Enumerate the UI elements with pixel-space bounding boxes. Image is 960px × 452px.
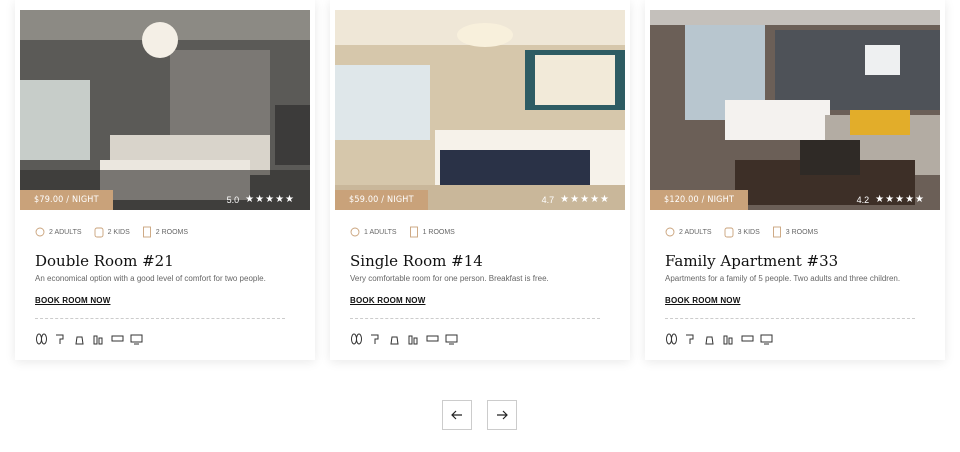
air-conditioner-icon <box>111 333 124 345</box>
rating-stars: ★★★★★ <box>560 194 610 205</box>
room-description: An economical option with a good level o… <box>35 274 266 283</box>
meta-kids: 2 KIDS <box>94 226 130 238</box>
meta-rooms: 2 ROOMS <box>142 226 188 238</box>
toiletries-icon <box>407 333 420 345</box>
rating: 4.2 ★★★★★ <box>857 194 925 205</box>
kettle-icon <box>388 333 401 345</box>
kettle-icon <box>73 333 86 345</box>
amenities <box>35 333 143 345</box>
slippers-icon <box>665 333 678 345</box>
next-page-button[interactable] <box>487 400 517 430</box>
room-title[interactable]: Double Room #21 <box>35 252 174 270</box>
room-meta: 2 ADULTS 3 KIDS 3 ROOMS <box>665 226 818 238</box>
meta-adults: 1 ADULTS <box>350 226 397 238</box>
room-title[interactable]: Family Apartment #33 <box>665 252 838 270</box>
room-title[interactable]: Single Room #14 <box>350 252 483 270</box>
tv-icon <box>130 333 143 345</box>
divider <box>665 318 915 319</box>
adult-icon <box>350 227 360 237</box>
kettle-icon <box>703 333 716 345</box>
toiletries-icon <box>92 333 105 345</box>
slippers-icon <box>350 333 363 345</box>
room-photo[interactable]: $79.00 / NIGHT 5.0 ★★★★★ <box>20 10 310 210</box>
room-meta: 1 ADULTS 1 ROOMS <box>350 226 455 238</box>
room-card[interactable]: $120.00 / NIGHT 4.2 ★★★★★ 2 ADULTS 3 KID… <box>645 0 945 360</box>
meta-rooms: 3 ROOMS <box>772 226 818 238</box>
tv-icon <box>445 333 458 345</box>
hair-dryer-icon <box>684 333 697 345</box>
rating-stars: ★★★★★ <box>875 194 925 205</box>
book-room-link[interactable]: BOOK ROOM NOW <box>35 296 110 305</box>
hair-dryer-icon <box>54 333 67 345</box>
air-conditioner-icon <box>426 333 439 345</box>
price-tag: $79.00 / NIGHT <box>20 190 113 210</box>
air-conditioner-icon <box>741 333 754 345</box>
room-description: Apartments for a family of 5 people. Two… <box>665 274 901 283</box>
rating-stars: ★★★★★ <box>245 194 295 205</box>
meta-adults: 2 ADULTS <box>665 226 712 238</box>
divider <box>350 318 600 319</box>
slippers-icon <box>35 333 48 345</box>
kid-icon <box>724 227 734 238</box>
meta-adults: 2 ADULTS <box>35 226 82 238</box>
book-room-link[interactable]: BOOK ROOM NOW <box>665 296 740 305</box>
room-icon <box>772 226 781 238</box>
amenities <box>665 333 773 345</box>
adult-icon <box>35 227 45 237</box>
room-card[interactable]: $59.00 / NIGHT 4.7 ★★★★★ 1 ADULTS 1 ROOM… <box>330 0 630 360</box>
rating-value: 5.0 <box>226 194 240 205</box>
room-photo[interactable]: $59.00 / NIGHT 4.7 ★★★★★ <box>335 10 625 210</box>
divider <box>35 318 285 319</box>
prev-page-button[interactable] <box>442 400 472 430</box>
book-room-link[interactable]: BOOK ROOM NOW <box>350 296 425 305</box>
toiletries-icon <box>722 333 735 345</box>
arrow-left-icon <box>451 410 462 420</box>
adult-icon <box>665 227 675 237</box>
hair-dryer-icon <box>369 333 382 345</box>
room-photo-image <box>20 10 310 210</box>
room-card[interactable]: $79.00 / NIGHT 5.0 ★★★★★ 2 ADULTS 2 KIDS… <box>15 0 315 360</box>
room-photo-image <box>335 10 625 210</box>
rating-value: 4.2 <box>856 194 870 205</box>
room-cards: $79.00 / NIGHT 5.0 ★★★★★ 2 ADULTS 2 KIDS… <box>15 0 945 360</box>
room-description: Very comfortable room for one person. Br… <box>350 274 549 283</box>
meta-kids: 3 KIDS <box>724 226 760 238</box>
price-tag: $120.00 / NIGHT <box>650 190 749 210</box>
room-photo-image <box>650 10 940 210</box>
price-tag: $59.00 / NIGHT <box>335 190 428 210</box>
rating-value: 4.7 <box>541 194 555 205</box>
arrow-right-icon <box>497 410 508 420</box>
amenities <box>350 333 458 345</box>
room-photo[interactable]: $120.00 / NIGHT 4.2 ★★★★★ <box>650 10 940 210</box>
rating: 5.0 ★★★★★ <box>227 194 295 205</box>
room-icon <box>142 226 151 238</box>
room-meta: 2 ADULTS 2 KIDS 2 ROOMS <box>35 226 188 238</box>
tv-icon <box>760 333 773 345</box>
kid-icon <box>94 227 104 238</box>
rating: 4.7 ★★★★★ <box>542 194 610 205</box>
room-icon <box>409 226 418 238</box>
meta-rooms: 1 ROOMS <box>409 226 455 238</box>
